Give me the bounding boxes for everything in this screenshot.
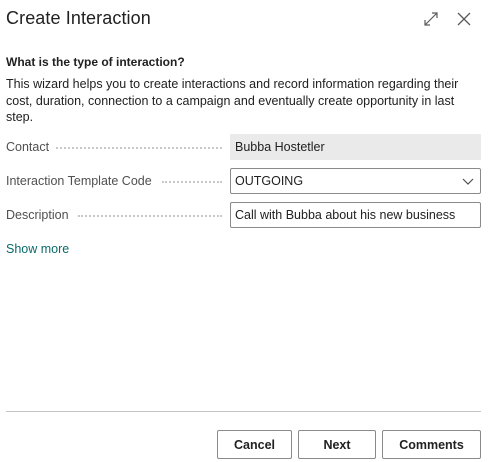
- create-interaction-dialog: Create Interaction What is the type of i…: [0, 0, 489, 462]
- next-button[interactable]: Next: [298, 430, 376, 459]
- contact-row: Contact Bubba Hostetler: [6, 134, 481, 160]
- template-code-leader-dots: [162, 181, 222, 183]
- template-code-row: Interaction Template Code OUTGOING: [6, 168, 481, 194]
- comments-button[interactable]: Comments: [382, 430, 481, 459]
- dialog-title: Create Interaction: [6, 8, 151, 28]
- step-description: This wizard helps you to create interact…: [6, 77, 459, 124]
- show-more-link[interactable]: Show more: [6, 242, 69, 256]
- chevron-down-icon: [462, 178, 474, 185]
- description-row: Description Call with Bubba about his ne…: [6, 202, 481, 228]
- template-code-value: OUTGOING: [235, 174, 304, 188]
- template-code-select[interactable]: OUTGOING: [230, 168, 481, 194]
- footer-divider: [6, 411, 481, 412]
- close-icon[interactable]: [454, 9, 474, 29]
- expand-icon[interactable]: [421, 9, 441, 29]
- contact-label: Contact: [6, 140, 50, 154]
- description-leader-dots: [78, 215, 222, 217]
- contact-field: Bubba Hostetler: [230, 134, 481, 160]
- contact-leader-dots: [56, 147, 222, 149]
- cancel-button[interactable]: Cancel: [217, 430, 292, 459]
- step-heading: What is the type of interaction?: [6, 55, 185, 69]
- template-code-label: Interaction Template Code: [6, 174, 152, 188]
- description-input[interactable]: Call with Bubba about his new business: [230, 202, 481, 228]
- description-label: Description: [6, 208, 69, 222]
